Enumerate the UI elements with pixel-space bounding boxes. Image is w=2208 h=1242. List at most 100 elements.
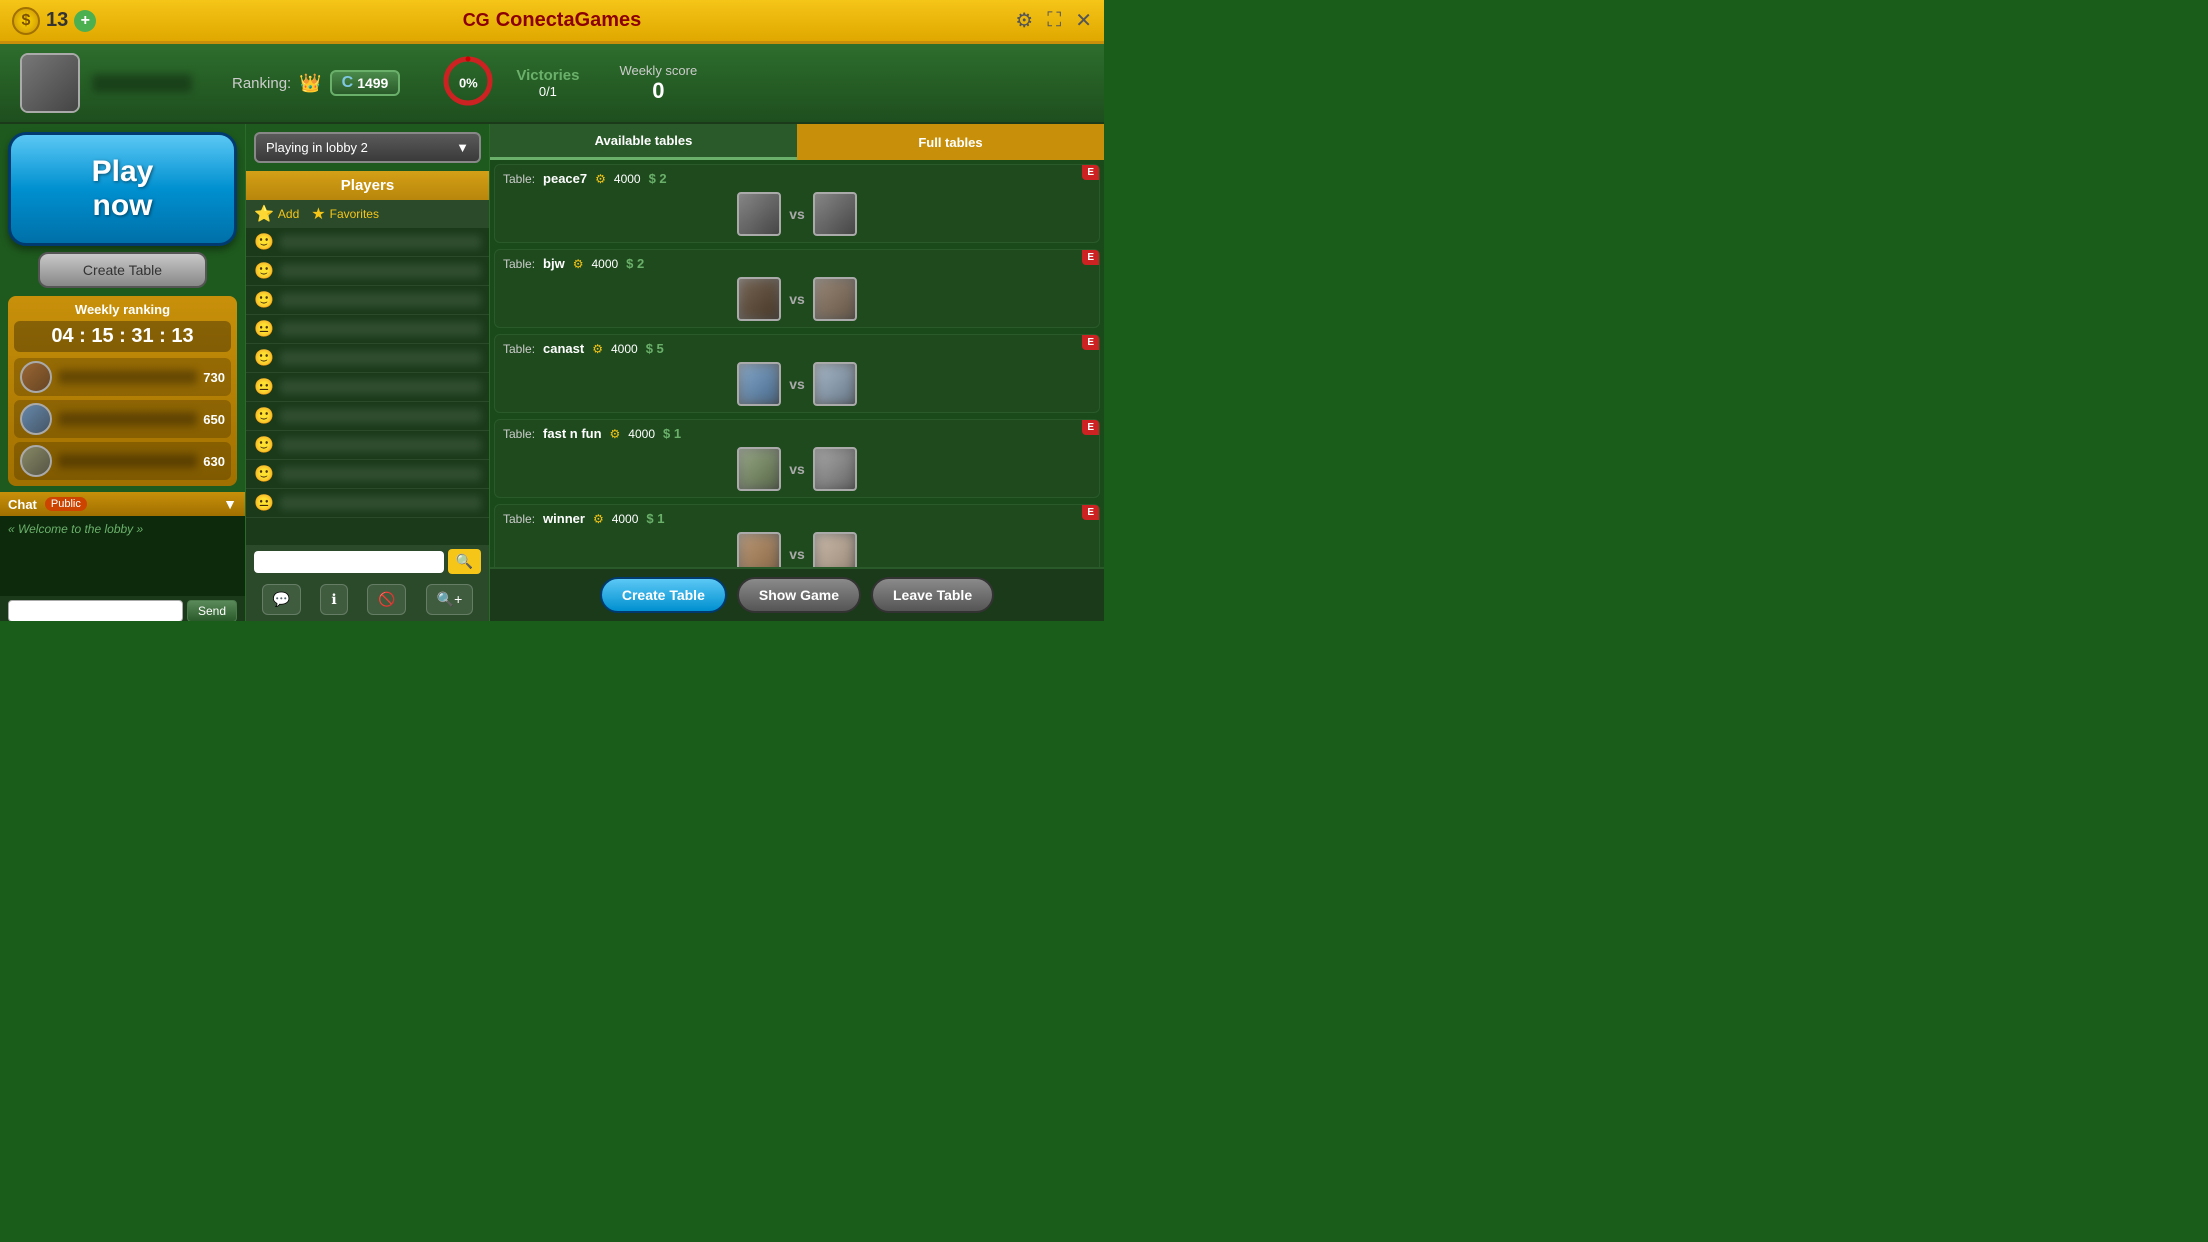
vs-text: vs (789, 461, 805, 477)
list-item[interactable]: 🙂 (246, 402, 489, 431)
table-label: Table: (503, 172, 535, 186)
info-button[interactable]: ℹ (320, 584, 347, 615)
table-chips-3: 4000 (611, 342, 638, 356)
player-name (280, 293, 481, 307)
table-badge-3: E (1082, 335, 1099, 350)
player-face-icon: 🙂 (254, 348, 274, 368)
player-face-icon: 🙂 (254, 232, 274, 252)
avatar (20, 53, 80, 113)
table-name-1: peace7 (543, 171, 587, 186)
header-section: Ranking: 👑 C 1499 0% Victories 0/1 Weekl… (0, 44, 1104, 124)
middle-column: Playing in lobby 2 ▼ Players ⭐ Add ★ Fav… (245, 124, 490, 621)
table-badge-1: E (1082, 165, 1099, 180)
players-header: Players (246, 171, 489, 200)
ranking-area: Ranking: 👑 C 1499 (232, 70, 400, 96)
chips-icon: ⚙ (592, 342, 603, 356)
bottom-actions: 💬 ℹ 🚫 🔍+ (246, 578, 489, 621)
add-friend-button[interactable]: 🔍+ (426, 584, 474, 615)
table-label: Table: (503, 427, 535, 441)
chat-public-badge: Public (45, 497, 87, 511)
ranking-item: 650 (14, 400, 231, 438)
list-item[interactable]: 🙂 (246, 286, 489, 315)
play-now-line2: now (93, 189, 153, 222)
list-item[interactable]: 🙂 (246, 431, 489, 460)
search-input[interactable] (254, 551, 444, 573)
vs-text: vs (789, 206, 805, 222)
ranking-item: 630 (14, 442, 231, 480)
block-button[interactable]: 🚫 (367, 584, 406, 615)
list-item[interactable]: 🙂 (246, 344, 489, 373)
list-item[interactable]: 😐 (246, 315, 489, 344)
table-chips-1: 4000 (614, 172, 641, 186)
chips-icon: ⚙ (610, 427, 621, 441)
add-player-button[interactable]: Add (278, 207, 299, 221)
create-table-button[interactable]: Create Table (38, 252, 207, 288)
ranking-name-3 (58, 454, 197, 468)
table-name-5: winner (543, 511, 585, 526)
vs-text: vs (789, 546, 805, 562)
chat-input[interactable] (8, 600, 183, 621)
chat-send-button[interactable]: Send (187, 600, 237, 621)
list-item[interactable]: 🙂 (246, 257, 489, 286)
play-now-line1: Play (92, 155, 154, 188)
search-button[interactable]: 🔍 (448, 549, 481, 574)
table-chips-2: 4000 (591, 257, 618, 271)
play-now-button[interactable]: Play now (8, 132, 237, 246)
table-label: Table: (503, 257, 535, 271)
chat-expand-button[interactable]: ▼ (223, 496, 237, 512)
player-name (280, 496, 481, 510)
player-avatar (813, 277, 857, 321)
player-face-icon: 🙂 (254, 406, 274, 426)
list-item[interactable]: 😐 (246, 373, 489, 402)
username (92, 74, 192, 92)
timer-display: 04 : 15 : 31 : 13 (14, 321, 231, 352)
table-row: E Table: bjw ⚙ 4000 $ 2 vs (494, 249, 1100, 328)
top-bar-center: CG ConectaGames (463, 9, 642, 32)
table-row: E Table: fast n fun ⚙ 4000 $ 1 vs (494, 419, 1100, 498)
table-name-3: canast (543, 341, 584, 356)
table-badge-5: E (1082, 505, 1099, 520)
full-tables-tab[interactable]: Full tables (797, 124, 1104, 160)
right-column: Available tables Full tables E Table: pe… (490, 124, 1104, 621)
vs-text: vs (789, 376, 805, 392)
favorites-button[interactable]: Favorites (330, 207, 379, 221)
coin-count: 13 (46, 9, 68, 32)
available-tables-tab[interactable]: Available tables (490, 124, 797, 160)
list-item[interactable]: 🙂 (246, 228, 489, 257)
table-name-4: fast n fun (543, 426, 602, 441)
player-avatar (813, 532, 857, 567)
lobby-selector[interactable]: Playing in lobby 2 ▼ (254, 132, 481, 163)
show-game-button[interactable]: Show Game (737, 577, 861, 613)
leave-table-button[interactable]: Leave Table (871, 577, 994, 613)
ranking-item: 730 (14, 358, 231, 396)
list-item[interactable]: 🙂 (246, 460, 489, 489)
ranking-name-2 (58, 412, 197, 426)
player-face-icon: 😐 (254, 377, 274, 397)
settings-icon[interactable]: ⚙ (1015, 8, 1033, 33)
table-row: E Table: canast ⚙ 4000 $ 5 vs (494, 334, 1100, 413)
players-actions: ⭐ Add ★ Favorites (246, 200, 489, 228)
table-bet-3: $ 5 (646, 341, 664, 356)
player-avatar (813, 192, 857, 236)
player-face-icon: 🙂 (254, 290, 274, 310)
player-name (280, 322, 481, 336)
table-bet-1: $ 2 (649, 171, 667, 186)
table-bet-5: $ 1 (646, 511, 664, 526)
player-name (280, 264, 481, 278)
coin-icon: $ (12, 7, 40, 35)
weekly-score-label: Weekly score (619, 63, 697, 78)
chat-input-row: Send (0, 596, 245, 621)
table-name-2: bjw (543, 256, 565, 271)
add-star-icon: ⭐ (254, 204, 274, 224)
table-header-2: Table: bjw ⚙ 4000 $ 2 (503, 256, 1091, 271)
player-face-icon: 🙂 (254, 435, 274, 455)
left-column: Play now Create Table Weekly ranking 04 … (0, 124, 245, 621)
ranking-avatar-3 (20, 445, 52, 477)
chat-messages: « Welcome to the lobby » (0, 516, 245, 596)
add-coins-button[interactable]: + (74, 10, 96, 32)
create-table-footer-button[interactable]: Create Table (600, 577, 727, 613)
close-icon[interactable]: ✕ (1075, 8, 1092, 33)
list-item[interactable]: 😐 (246, 489, 489, 518)
fullscreen-icon[interactable]: ⛶ (1047, 9, 1061, 32)
chat-icon-button[interactable]: 💬 (262, 584, 301, 615)
